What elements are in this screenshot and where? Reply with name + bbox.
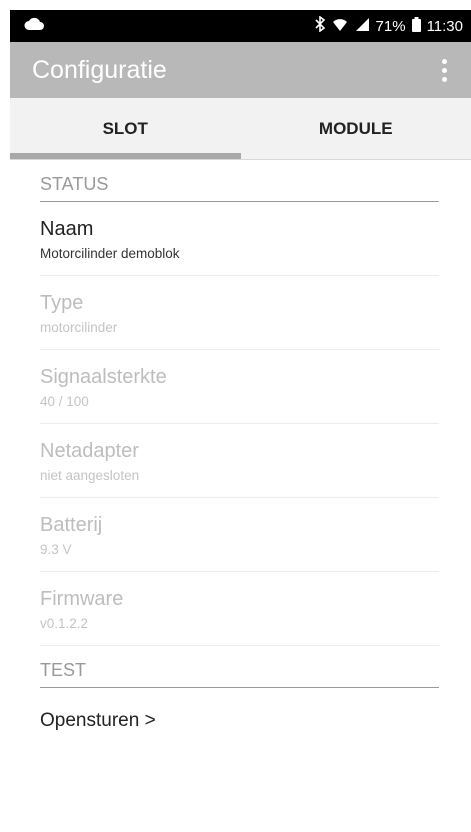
- section-header-status: STATUS: [40, 160, 439, 202]
- list-item-netadapter: Netadapter niet aangesloten: [40, 424, 439, 498]
- item-subtitle: 9.3 V: [40, 542, 72, 557]
- opensturen-button[interactable]: Opensturen >: [40, 688, 439, 754]
- tab-slot[interactable]: SLOT: [10, 98, 241, 159]
- section-header-test: TEST: [40, 646, 439, 688]
- tab-module[interactable]: MODULE: [241, 98, 471, 159]
- battery-icon: [411, 16, 421, 36]
- tab-bar: SLOT MODULE: [10, 98, 471, 160]
- clock: 11:30: [426, 17, 463, 35]
- more-vert-icon[interactable]: [436, 53, 453, 88]
- item-title: Signaalsterkte: [40, 366, 167, 388]
- item-subtitle: 40 / 100: [40, 394, 89, 409]
- signal-icon: [354, 16, 370, 36]
- item-title: Type: [40, 292, 84, 314]
- item-title: Netadapter: [40, 440, 139, 462]
- battery-percent: 71%: [375, 17, 406, 35]
- list-item-batterij: Batterij 9.3 V: [40, 498, 439, 572]
- wifi-icon: [332, 16, 348, 36]
- page-title: Configuratie: [32, 55, 167, 84]
- item-subtitle: niet aangesloten: [40, 468, 140, 483]
- item-subtitle: Motorcilinder demoblok: [40, 246, 180, 261]
- list-item-signaalsterkte: Signaalsterkte 40 / 100: [40, 350, 439, 424]
- list-item-naam[interactable]: Naam Motorcilinder demoblok: [40, 202, 439, 276]
- status-bar: 71% 11:30: [10, 10, 471, 42]
- item-title: Firmware: [40, 588, 124, 610]
- list-item-firmware: Firmware v0.1.2.2: [40, 572, 439, 646]
- item-subtitle: motorcilinder: [40, 320, 118, 335]
- list-item-type: Type motorcilinder: [40, 276, 439, 350]
- bluetooth-icon: [314, 15, 326, 36]
- settings-list: STATUS Naam Motorcilinder demoblok Type …: [10, 160, 471, 754]
- item-subtitle: v0.1.2.2: [40, 616, 89, 631]
- cloud-icon: [24, 17, 44, 36]
- item-title: Naam: [40, 218, 94, 240]
- item-title: Batterij: [40, 514, 103, 536]
- app-bar: Configuratie: [10, 42, 471, 98]
